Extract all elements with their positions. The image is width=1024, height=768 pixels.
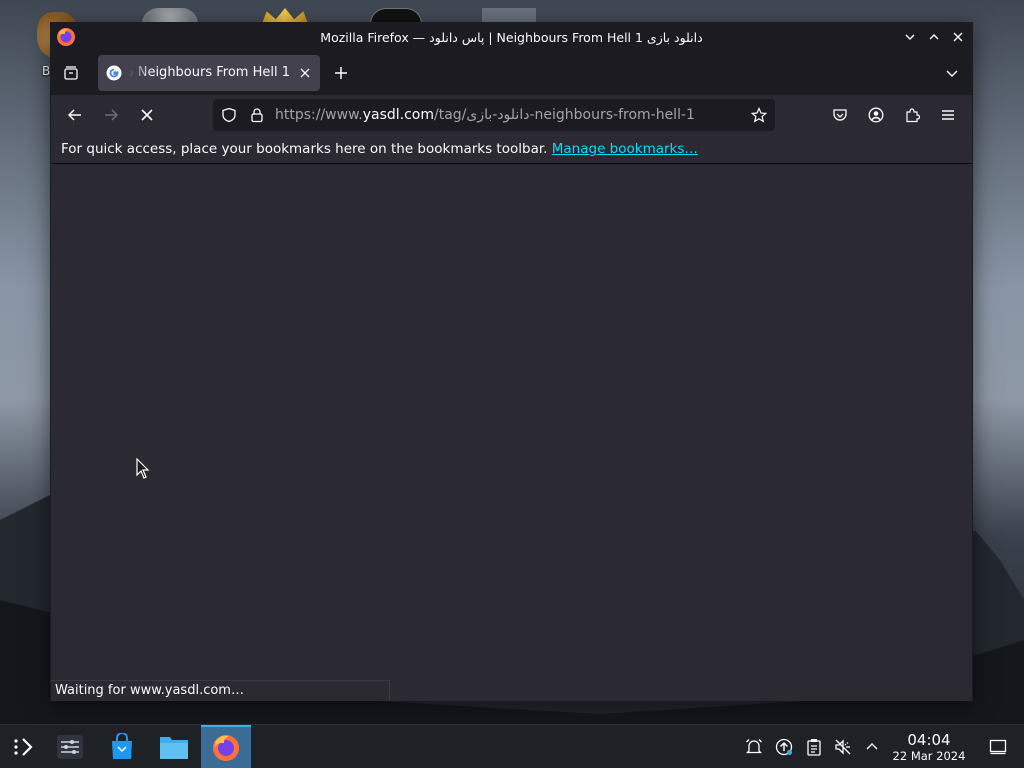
navigation-toolbar: https://www.yasdl.com/tag/دانلود-بازی-ne… <box>51 95 972 135</box>
close-window-button[interactable] <box>948 27 968 47</box>
mouse-cursor-icon <box>136 458 150 479</box>
maximize-button[interactable] <box>924 27 944 47</box>
url-host: yasdl.com <box>362 107 434 123</box>
taskbar: 04:04 22 Mar 2024 <box>0 724 1024 768</box>
url-bar[interactable]: https://www.yasdl.com/tag/دانلود-بازی-ne… <box>213 99 775 131</box>
close-icon <box>953 32 963 42</box>
bookmarks-toolbar-message: For quick access, place your bookmarks h… <box>61 141 548 157</box>
file-manager-taskbar-item[interactable] <box>152 725 196 768</box>
forward-button[interactable] <box>97 101 125 129</box>
minimize-button[interactable] <box>900 27 920 47</box>
close-icon <box>141 109 153 121</box>
folder-icon <box>160 737 188 759</box>
stop-loading-button[interactable] <box>133 101 161 129</box>
clock-date: 22 Mar 2024 <box>892 749 966 763</box>
peek-desktop-button[interactable] <box>988 737 1008 757</box>
puzzle-icon <box>906 108 920 123</box>
discover-taskbar-item[interactable] <box>100 725 144 768</box>
manage-bookmarks-link[interactable]: Manage bookmarks… <box>552 141 698 157</box>
page-content[interactable]: Waiting for www.yasdl.com… <box>51 165 972 701</box>
system-settings-taskbar-item[interactable] <box>48 725 92 768</box>
settings-sliders-icon <box>57 735 83 759</box>
window-titlebar[interactable]: Mozilla Firefox — پاس دانلود | Neighbour… <box>51 23 972 51</box>
clipboard-tray-button[interactable] <box>804 737 824 757</box>
url-scheme: https://www. <box>275 107 363 123</box>
firefox-view-button[interactable] <box>57 59 85 87</box>
firefox-window: Mozilla Firefox — پاس دانلود | Neighbour… <box>50 22 973 701</box>
show-desktop-icon <box>989 739 1007 755</box>
show-hidden-icons-button[interactable] <box>862 737 882 757</box>
hamburger-menu-icon <box>942 110 954 120</box>
alarm-bell-icon <box>745 739 763 754</box>
store-bag-icon <box>112 733 132 759</box>
account-icon <box>868 107 884 123</box>
google-favicon-icon <box>106 65 122 81</box>
back-button[interactable] <box>61 101 89 129</box>
pocket-button[interactable] <box>826 101 854 129</box>
volume-muted-icon <box>835 739 851 755</box>
lock-icon[interactable] <box>249 107 265 123</box>
tab-active[interactable]: دانلود بازی Neighbours From Hell 1 <box>98 55 320 91</box>
pocket-icon <box>833 109 847 121</box>
star-bookmark-icon[interactable] <box>751 107 767 123</box>
account-button[interactable] <box>862 101 890 129</box>
url-path: /tag/دانلود-بازی-neighbours-from-hell-1 <box>434 107 695 123</box>
notifications-tray-button[interactable] <box>744 737 764 757</box>
firefox-view-icon <box>64 66 78 80</box>
tab-close-button[interactable] <box>296 64 314 82</box>
window-title: Mozilla Firefox — پاس دانلود | Neighbour… <box>320 29 703 45</box>
clipboard-icon <box>807 739 821 756</box>
shield-icon[interactable] <box>221 107 237 123</box>
url-text[interactable]: https://www.yasdl.com/tag/دانلود-بازی-ne… <box>275 99 745 131</box>
updates-tray-button[interactable] <box>774 737 794 757</box>
launcher-icon <box>14 738 33 756</box>
chevron-up-icon <box>866 743 878 750</box>
app-menu-button[interactable] <box>934 101 962 129</box>
plus-icon <box>335 67 347 79</box>
tab-title: دانلود بازی Neighbours From Hell 1 <box>128 65 290 80</box>
list-all-tabs-button[interactable] <box>938 59 966 87</box>
bookmarks-toolbar: For quick access, place your bookmarks h… <box>51 135 972 164</box>
tab-bar: دانلود بازی Neighbours From Hell 1 <box>51 51 972 95</box>
arrow-right-icon <box>105 109 119 121</box>
arrow-left-icon <box>67 109 81 121</box>
firefox-icon <box>57 28 75 46</box>
update-arrow-icon <box>775 738 793 756</box>
clock-time: 04:04 <box>907 731 951 749</box>
extensions-button[interactable] <box>898 101 926 129</box>
chevron-up-icon <box>929 34 939 40</box>
application-launcher-button[interactable] <box>4 725 42 768</box>
new-tab-button[interactable] <box>327 59 355 87</box>
close-icon <box>300 68 310 78</box>
firefox-taskbar-item[interactable] <box>201 725 251 768</box>
digital-clock[interactable]: 04:04 22 Mar 2024 <box>884 731 974 763</box>
volume-tray-button[interactable] <box>833 737 853 757</box>
firefox-icon <box>213 735 239 761</box>
chevron-down-icon <box>905 34 915 40</box>
chevron-down-icon <box>946 70 958 78</box>
status-panel: Waiting for www.yasdl.com… <box>51 680 390 701</box>
